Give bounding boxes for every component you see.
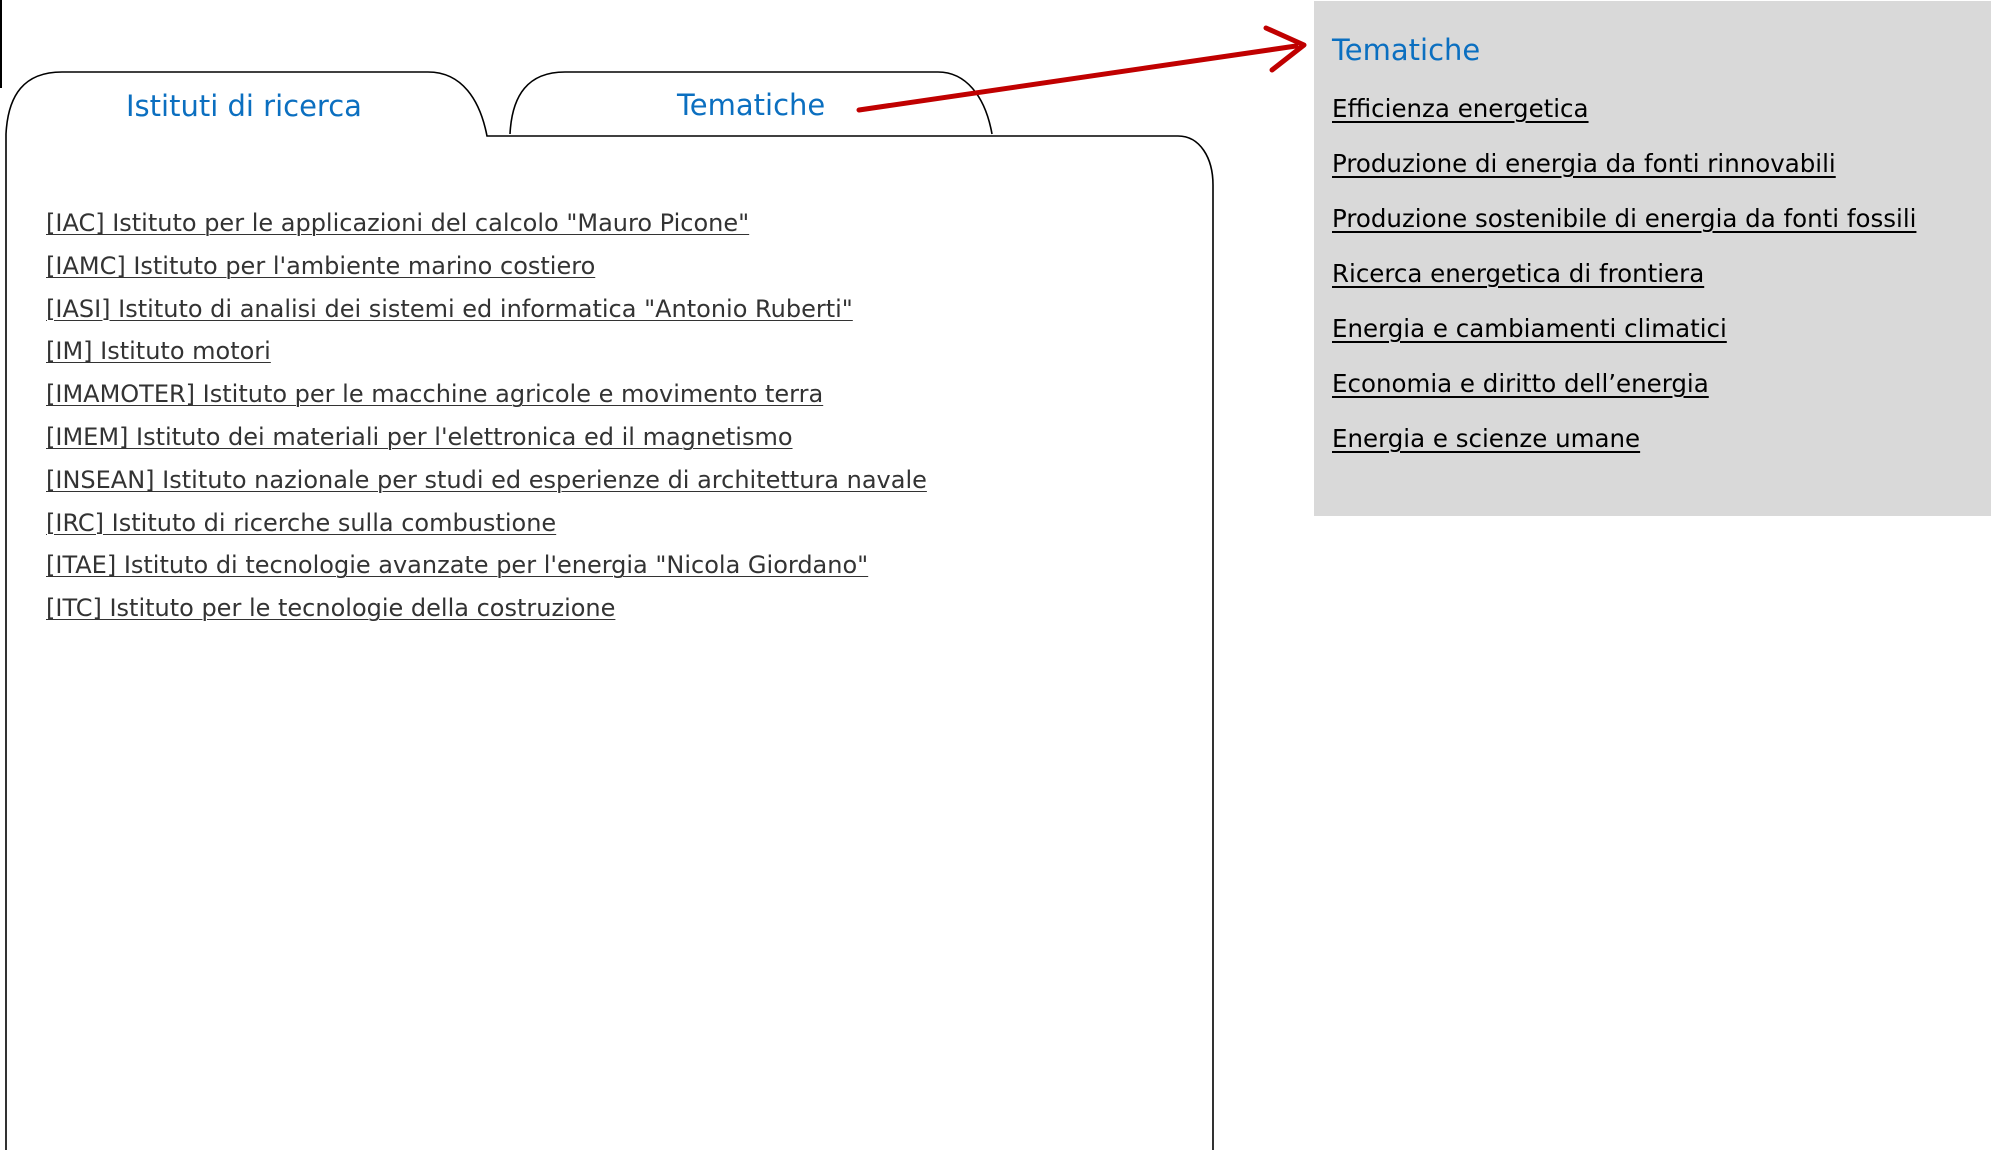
list-item: Ricerca energetica di frontiera	[1332, 256, 1916, 311]
list-item: [IRC] Istituto di ricerche sulla combust…	[46, 505, 927, 548]
tematica-link-fonti-rinnovabili[interactable]: Produzione di energia da fonti rinnovabi…	[1332, 149, 1836, 178]
list-item: [IMAMOTER] Istituto per le macchine agri…	[46, 376, 927, 419]
tab-tematiche-label[interactable]: Tematiche	[677, 87, 825, 123]
tematiche-list: Efficienza energetica Produzione di ener…	[1332, 91, 1916, 476]
tematica-link-cambiamenti-climatici[interactable]: Energia e cambiamenti climatici	[1332, 314, 1727, 343]
list-item: [ITC] Istituto per le tecnologie della c…	[46, 590, 927, 633]
institute-link-im[interactable]: [IM] Istituto motori	[46, 337, 271, 365]
tematica-link-fonti-fossili[interactable]: Produzione sostenibile di energia da fon…	[1332, 204, 1916, 233]
annotation-arrow	[856, 25, 1307, 113]
institute-link-itc[interactable]: [ITC] Istituto per le tecnologie della c…	[46, 594, 615, 622]
list-item: Economia e diritto dell’energia	[1332, 366, 1916, 421]
list-item: Produzione sostenibile di energia da fon…	[1332, 201, 1916, 256]
tematiche-panel: Tematiche Efficienza energetica Produzio…	[1314, 1, 1991, 516]
mockup-canvas: Istituti di ricerca Tematiche [IAC] Isti…	[0, 0, 1992, 1150]
list-item: [IMEM] Istituto dei materiali per l'elet…	[46, 419, 927, 462]
list-item: [ITAE] Istituto di tecnologie avanzate p…	[46, 547, 927, 590]
list-item: [INSEAN] Istituto nazionale per studi ed…	[46, 462, 927, 505]
tab-istituti-di-ricerca-label[interactable]: Istituti di ricerca	[126, 88, 362, 124]
list-item: [IAMC] Istituto per l'ambiente marino co…	[46, 248, 927, 291]
tematica-link-economia-diritto[interactable]: Economia e diritto dell’energia	[1332, 369, 1709, 398]
list-item: [IM] Istituto motori	[46, 333, 927, 376]
list-item: Energia e scienze umane	[1332, 421, 1916, 476]
institutes-list: [IAC] Istituto per le applicazioni del c…	[46, 205, 927, 633]
tematica-link-scienze-umane[interactable]: Energia e scienze umane	[1332, 424, 1640, 453]
institute-link-insean[interactable]: [INSEAN] Istituto nazionale per studi ed…	[46, 466, 927, 494]
institute-link-iasi[interactable]: [IASI] Istituto di analisi dei sistemi e…	[46, 295, 853, 323]
institute-link-irc[interactable]: [IRC] Istituto di ricerche sulla combust…	[46, 509, 556, 537]
tematiche-panel-title: Tematiche	[1332, 33, 1481, 67]
institute-link-iac[interactable]: [IAC] Istituto per le applicazioni del c…	[46, 209, 749, 237]
list-item: [IAC] Istituto per le applicazioni del c…	[46, 205, 927, 248]
list-item: Efficienza energetica	[1332, 91, 1916, 146]
institute-link-imem[interactable]: [IMEM] Istituto dei materiali per l'elet…	[46, 423, 793, 451]
institute-link-iamc[interactable]: [IAMC] Istituto per l'ambiente marino co…	[46, 252, 595, 280]
institute-link-imamoter[interactable]: [IMAMOTER] Istituto per le macchine agri…	[46, 380, 823, 408]
list-item: Energia e cambiamenti climatici	[1332, 311, 1916, 366]
list-item: Produzione di energia da fonti rinnovabi…	[1332, 146, 1916, 201]
list-item: [IASI] Istituto di analisi dei sistemi e…	[46, 291, 927, 334]
tematica-link-efficienza-energetica[interactable]: Efficienza energetica	[1332, 94, 1589, 123]
tematica-link-ricerca-frontiera[interactable]: Ricerca energetica di frontiera	[1332, 259, 1704, 288]
institute-link-itae[interactable]: [ITAE] Istituto di tecnologie avanzate p…	[46, 551, 868, 579]
